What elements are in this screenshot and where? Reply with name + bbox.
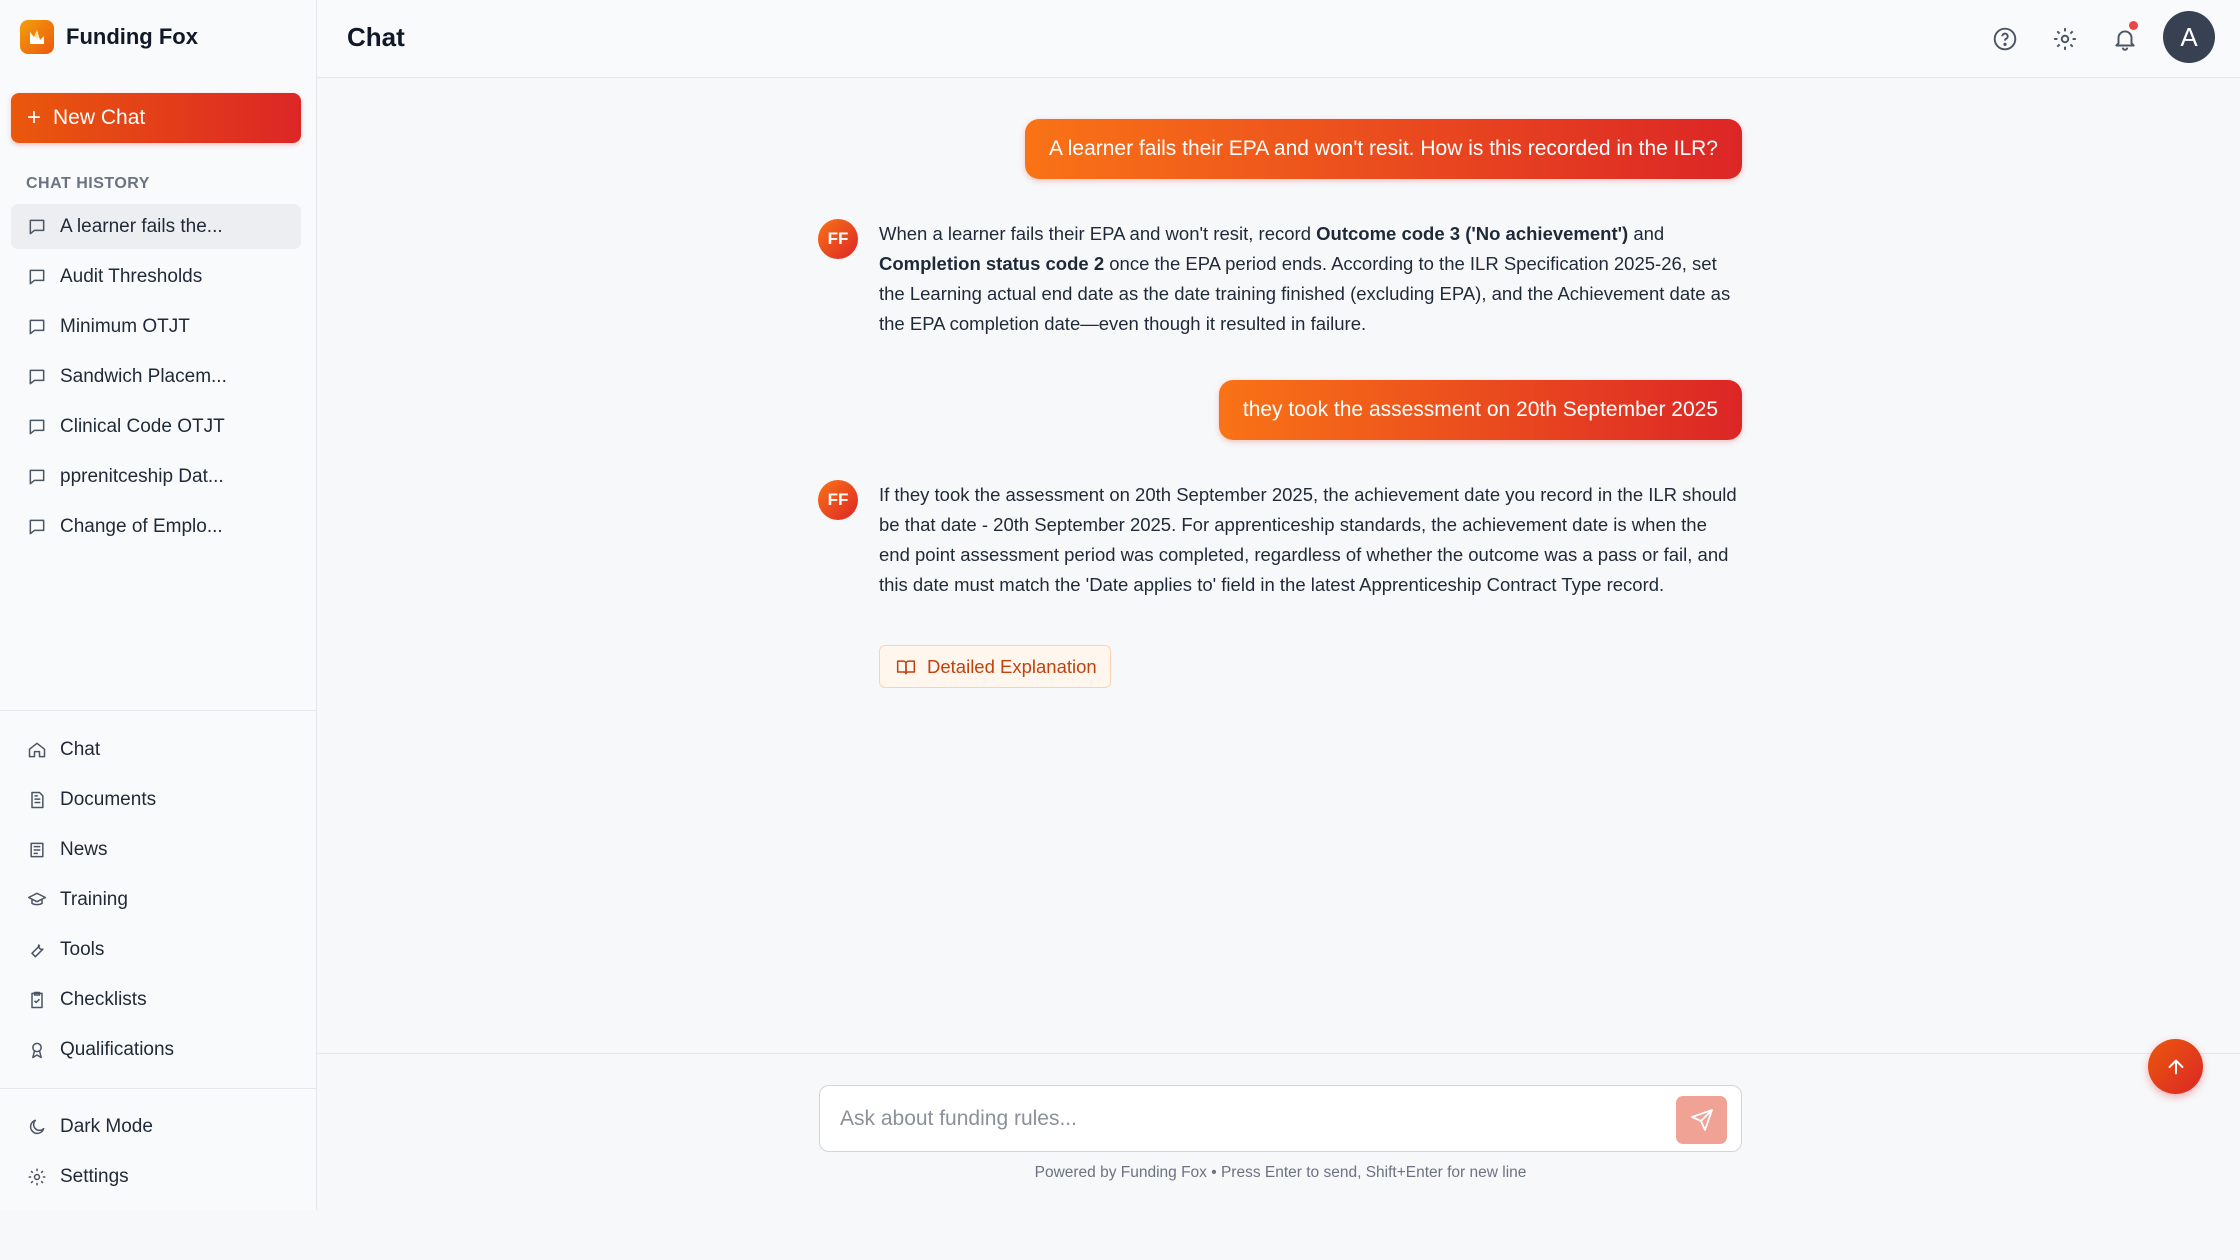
graduation-cap-icon [27,892,47,906]
app-name: Funding Fox [66,24,198,49]
nav-item-label: News [60,839,108,860]
history-item-label: Sandwich Placem... [60,365,227,387]
arrow-up-icon [2168,1059,2183,1074]
message-icon [29,469,45,484]
history-item-label: Minimum OTJT [60,315,190,337]
notification-dot [2129,21,2138,30]
nav-item-qualifications[interactable]: Qualifications [11,1025,301,1075]
funding-fox-logo-icon [20,20,54,54]
main-nav: Chat Documents News Training Tools Check… [11,725,301,1075]
wrench-icon [31,944,44,958]
moon-icon [29,1119,45,1135]
history-item-label: Clinical Code OTJT [60,415,225,437]
gear-icon [2054,28,2076,50]
book-open-icon [896,659,916,674]
settings-button[interactable] [2047,21,2083,57]
settings-label: Settings [60,1166,129,1187]
notifications-button[interactable] [2107,21,2143,57]
message-icon [29,519,45,534]
message-icon [29,269,45,284]
history-item[interactable]: Change of Emplo... [11,504,301,549]
scroll-to-top-button[interactable] [2148,1039,2203,1094]
sidebar-divider [0,710,317,711]
new-chat-button[interactable]: + New Chat [11,93,301,143]
gear-icon [28,1168,46,1186]
composer-footer-note: Powered by Funding Fox • Press Enter to … [1034,1164,1527,1181]
home-icon [28,742,46,758]
plus-icon: + [27,104,42,131]
user-message: A learner fails their EPA and won't resi… [1025,119,1742,179]
nav-item-tools[interactable]: Tools [11,925,301,975]
dark-mode-label: Dark Mode [60,1116,153,1137]
message-icon [29,219,45,234]
sidebar-footer: Dark Mode Settings [11,1102,301,1202]
chat-history-heading: CHAT HISTORY [26,175,150,192]
settings-link[interactable]: Settings [11,1152,301,1202]
user-message: they took the assessment on 20th Septemb… [1218,380,1742,440]
dark-mode-toggle[interactable]: Dark Mode [11,1102,301,1152]
sidebar: Funding Fox + New Chat CHAT HISTORY A le… [0,0,317,1210]
help-button[interactable] [1987,21,2023,57]
message-composer [819,1085,1742,1152]
sidebar-divider [0,1088,317,1089]
nav-item-label: Checklists [60,989,147,1010]
send-button[interactable] [1676,1096,1727,1144]
nav-item-label: Documents [60,789,157,810]
brand[interactable]: Funding Fox [20,20,198,54]
history-item[interactable]: pprenitceship Dat... [11,454,301,499]
nav-item-label: Tools [60,939,105,960]
message-icon [29,319,45,334]
history-item[interactable]: Audit Thresholds [11,254,301,299]
document-icon [31,791,44,809]
help-icon [1993,27,2017,51]
history-item-label: Change of Emplo... [60,515,223,537]
clipboard-check-icon [31,991,43,1009]
user-avatar[interactable]: A [2163,11,2215,63]
message-icon [29,369,45,384]
detailed-explanation-button[interactable]: Detailed Explanation [879,645,1111,688]
nav-item-news[interactable]: News [11,825,301,875]
message-input[interactable] [840,1086,1660,1151]
nav-item-training[interactable]: Training [11,875,301,925]
history-item[interactable]: Clinical Code OTJT [11,404,301,449]
nav-item-checklists[interactable]: Checklists [11,975,301,1025]
award-icon [32,1042,42,1059]
bot-avatar: FF [818,480,858,520]
new-chat-label: New Chat [53,106,146,129]
nav-item-label: Chat [60,739,101,760]
bot-avatar: FF [818,219,858,259]
bot-message: When a learner fails their EPA and won't… [879,223,1731,334]
history-item-label: Audit Thresholds [60,265,203,287]
history-item[interactable]: A learner fails the... [11,204,301,249]
nav-item-documents[interactable]: Documents [11,775,301,825]
newspaper-icon [30,842,44,858]
history-item-label: pprenitceship Dat... [60,465,224,487]
message-icon [29,419,45,434]
nav-item-label: Qualifications [60,1039,175,1060]
top-bar: Chat A [317,0,2240,78]
chat-history-list: A learner fails the... Audit Thresholds … [11,204,301,554]
send-icon [1690,1109,1713,1131]
bot-message: If they took the assessment on 20th Sept… [879,484,1737,595]
nav-item-chat[interactable]: Chat [11,725,301,775]
history-item[interactable]: Sandwich Placem... [11,354,301,399]
detailed-explanation-label: Detailed Explanation [927,655,1097,677]
history-item[interactable]: Minimum OTJT [11,304,301,349]
history-item-label: A learner fails the... [60,215,223,237]
page-title: Chat [347,22,405,52]
nav-item-label: Training [60,889,128,910]
